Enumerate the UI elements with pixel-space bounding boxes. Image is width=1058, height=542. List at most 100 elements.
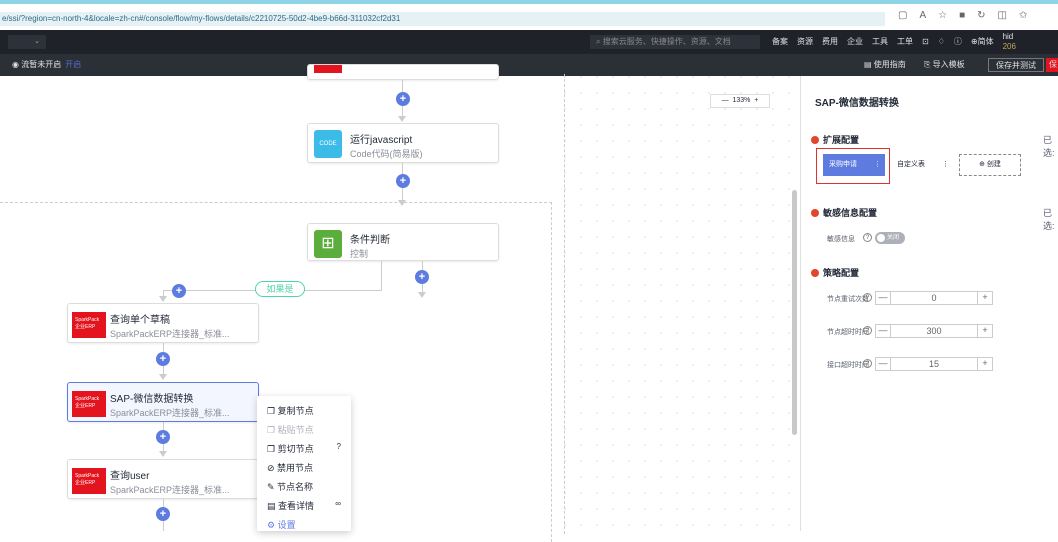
node-subtitle: 控制 [350,249,369,259]
edit-icon: ✎ [267,482,278,492]
copy-icon: ❐ [267,406,278,416]
menu-disable-node[interactable]: ⊘ 禁用节点 [267,461,347,474]
flow-node-top[interactable] [307,64,499,80]
flow-node-code[interactable]: CODE 运行javascript Code代码(简易版) [307,123,499,163]
node-timeout-stepper[interactable]: —300 + [875,324,993,338]
canvas-scrollbar[interactable] [792,190,797,435]
decrease-button: — [878,325,888,335]
flow-node-sap-wechat[interactable]: SparkPack 企业ERP SAP-微信数据转换 SparkPackERP连接… [67,382,259,422]
decrease-button: — [878,358,888,368]
region-dropdown[interactable]: ⌄ [8,35,46,49]
collapse-icon [811,209,819,217]
status-icon: ◉ [12,60,22,69]
paste-icon: ❐ [267,425,278,435]
help-icon[interactable]: ? [863,233,872,242]
add-node-icon[interactable]: + [156,507,170,521]
globe-icon: ⊕ [970,37,978,46]
add-node-icon[interactable]: + [396,174,410,188]
collapse-icon [811,269,819,277]
more-icon: ⋮ [942,161,949,168]
ext-selected-count: 已选: [1043,135,1055,158]
refresh-icon[interactable]: ↻ [977,10,985,21]
help-icon[interactable]: ⓘ [954,30,962,54]
sparkpack-icon: SparkPack 企业ERP [72,312,106,338]
api-timeout-stepper[interactable]: —15 + [875,357,993,371]
zoom-out-button[interactable]: — [722,97,729,104]
retry-stepper[interactable]: —0 + [875,291,993,305]
zoom-in-button[interactable]: + [754,97,758,104]
nav-menu-item[interactable]: 备案 [772,30,788,54]
code-icon: CODE [314,130,342,158]
node-title: SAP-微信数据转换 [110,394,194,405]
sens-selected-count: 已选: [1043,208,1055,231]
flow-toolbar: ◉ 流暂未开启 开启 ▤ 使用指南 ⎘ 导入模板 保存并测试 保 [0,54,1058,76]
condition-icon: ⊞ [314,230,342,258]
zoom-control[interactable]: — 133% + [710,94,770,108]
bell-icon[interactable]: ♢ [938,30,945,54]
flow-canvas[interactable]: + CODE 运行javascript Code代码(简易版) + ⊞ 条件判断… [0,64,800,542]
browser-address-bar[interactable]: e/ssi/?region=cn-north-4&locale=zh-cn#/c… [0,0,1058,30]
guide-button[interactable]: ▤ 使用指南 [858,58,912,72]
sparkpack-icon: SparkPack 企业ERP [72,468,106,494]
nav-menu-item[interactable]: 工单 [897,30,913,54]
node-context-menu: ❐ 复制节点 ❐ 粘贴节点 ❐ 剪切节点? ⊘ 禁用节点 ✎ 节点名称 ▤ 查看… [257,396,351,531]
console-top-nav: ⌄ ⌕ 搜索云服务、快捷操作、资源、文档 备案 资源 费用 企业 工具 工单 ⊡… [0,30,1058,54]
help-icon[interactable]: ? [863,293,872,302]
search-icon: ⌕ [596,37,603,46]
sensitive-label: 敏感信息 [827,236,855,243]
url-field[interactable]: e/ssi/?region=cn-north-4&locale=zh-cn#/c… [0,12,885,26]
more-icon: ⋮ [874,161,881,168]
nav-menu-item[interactable]: 企业 [847,30,863,54]
console-icon[interactable]: ⊡ [922,30,929,54]
favorites-icon[interactable]: ✩ [1019,10,1027,21]
settings-icon: ⚙ [267,520,278,530]
import-template-button[interactable]: ⎘ 导入模板 [918,58,971,72]
nav-menu-item[interactable]: 工具 [872,30,888,54]
ext-item-custom[interactable]: 自定义表 ⋮ [891,154,953,176]
save-button[interactable]: 保 [1046,58,1058,72]
star-icon[interactable]: ☆ [938,10,947,21]
split-icon[interactable]: ◫ [998,10,1007,21]
search-input[interactable]: ⌕ 搜索云服务、快捷操作、资源、文档 [590,35,760,49]
help-icon[interactable]: ? [863,326,872,335]
menu-view-details[interactable]: ▤ 查看详情 ∞ [267,499,347,512]
save-test-button[interactable]: 保存并测试 [988,58,1044,72]
menu-cut-node[interactable]: ❐ 剪切节点? [267,442,347,455]
menu-node-name[interactable]: ✎ 节点名称 [267,480,347,493]
tab-icon[interactable]: ▢ [898,10,907,21]
flow-node-query-user[interactable]: SparkPack 企业ERP 查询user SparkPackERP连接器_标准… [67,459,259,499]
flow-node-condition[interactable]: ⊞ 条件判断 控制 [307,223,499,261]
help-icon[interactable]: ? [863,359,872,368]
nav-menu-item[interactable]: 费用 [822,30,838,54]
sensitive-toggle[interactable]: 关闭 [875,232,905,244]
add-node-icon[interactable]: + [156,430,170,444]
language-switch[interactable]: ⊕简体 [971,30,994,54]
details-icon: ▤ [267,501,279,511]
increase-button: + [982,292,988,302]
enable-link[interactable]: 开启 [65,60,81,69]
user-menu[interactable]: hid 206 [1003,30,1016,54]
create-button[interactable]: ⊕ 创建 [959,154,1021,176]
add-node-icon[interactable]: + [156,352,170,366]
nav-menu-item[interactable]: 资源 [797,30,813,54]
add-node-icon[interactable]: + [172,284,186,298]
menu-settings[interactable]: ⚙ 设置 [267,518,347,531]
flow-status: ◉ 流暂未开启 开启 [12,60,82,69]
add-node-icon[interactable]: + [396,92,410,106]
node-subtitle: SparkPackERP连接器_标准... [110,485,230,495]
node-title: 查询单个草稿 [110,315,170,326]
canvas-divider [564,74,565,534]
increase-button: + [982,358,988,368]
help-icon: ? [336,442,341,451]
book-icon: ▤ [864,60,874,69]
collapse-icon [811,136,819,144]
read-icon[interactable]: A [919,10,926,21]
ext-item-purchase[interactable]: 采购申请 ⋮ [823,154,885,176]
flow-node-query-draft[interactable]: SparkPack 企业ERP 查询单个草稿 SparkPackERP连接器_标准… [67,303,259,343]
add-node-icon[interactable]: + [415,270,429,284]
ext-icon[interactable]: ■ [959,10,965,21]
menu-copy-node[interactable]: ❐ 复制节点 [267,404,347,417]
increase-button: + [982,325,988,335]
branch-label[interactable]: 如果是 [255,281,305,297]
policy-config-heading: 策略配置 [811,266,859,279]
